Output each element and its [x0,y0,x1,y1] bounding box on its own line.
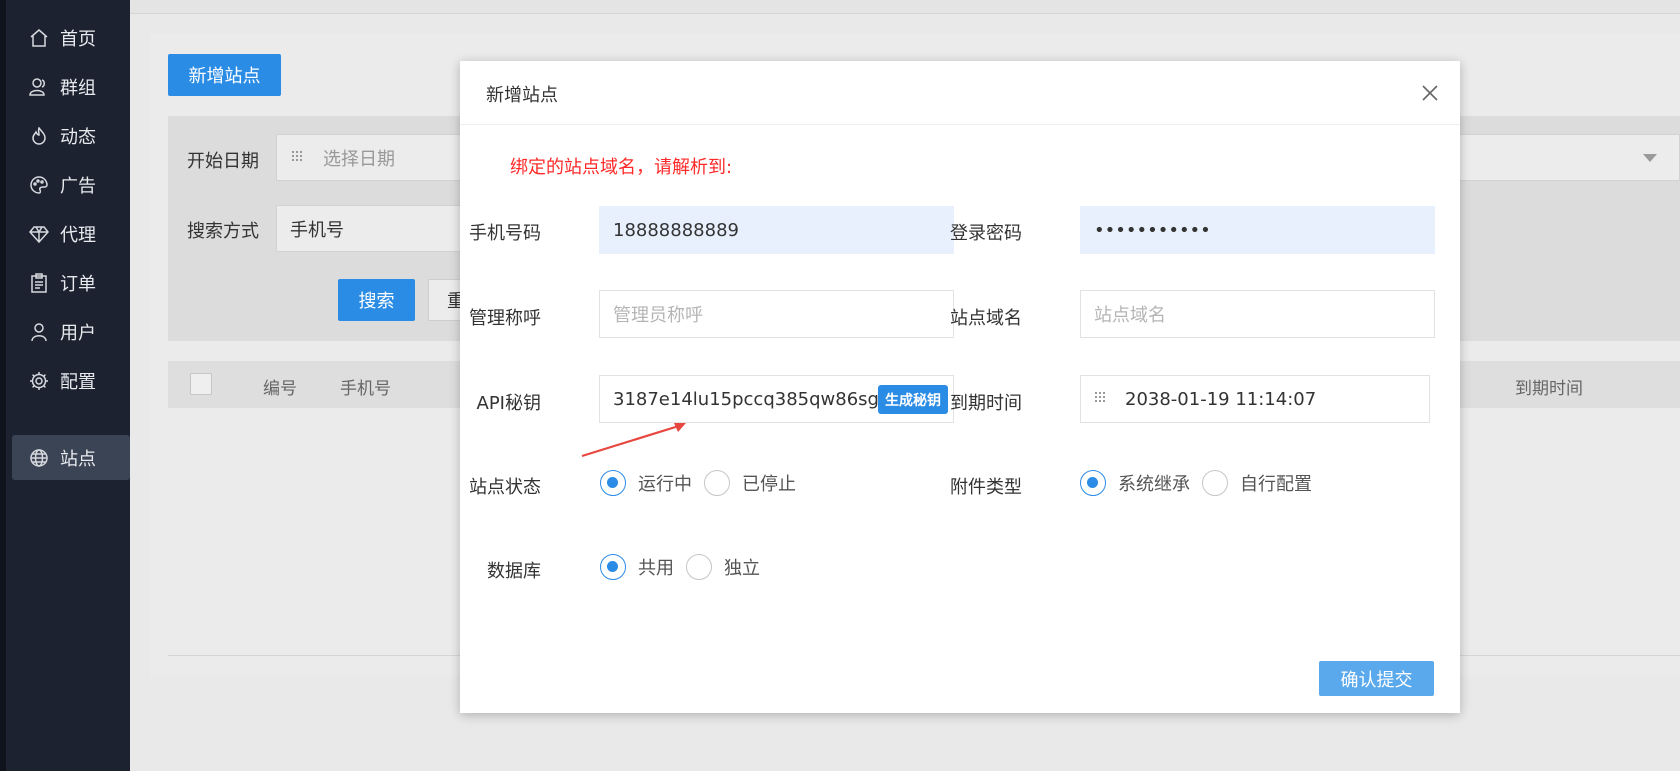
clipboard-icon [28,272,50,294]
fire-icon [28,125,50,147]
sidebar-item-sites[interactable]: 站点 [12,435,130,480]
add-site-button[interactable]: 新增站点 [168,54,281,96]
status-stopped-radio[interactable]: 已停止 [704,470,796,496]
status-label: 站点状态 [469,477,541,498]
start-date-label: 开始日期 [187,151,259,172]
radio-circle [1080,470,1106,496]
password-value: ••••••••••• [1094,219,1211,241]
diamond-icon [28,223,50,245]
db-standalone-radio[interactable]: 独立 [686,554,760,580]
top-bar [130,0,1680,14]
radio-circle [600,554,626,580]
filter-select[interactable] [1460,134,1680,181]
user-icon [28,321,50,343]
sidebar-item-settings[interactable]: 配置 [12,358,130,403]
sidebar-item-label: 站点 [60,448,96,470]
status-running-radio[interactable]: 运行中 [600,470,692,496]
sidebar-item-label: 配置 [60,371,96,393]
sidebar-item-label: 首页 [60,28,96,50]
column-phone: 手机号 [340,379,391,399]
calendar-icon [292,150,302,161]
radio-label: 自行配置 [1240,474,1312,495]
start-date-input[interactable]: 选择日期 [276,134,476,181]
sidebar-item-orders[interactable]: 订单 [12,260,130,305]
password-input[interactable]: ••••••••••• [1080,206,1435,254]
admin-name-placeholder: 管理员称呼 [613,305,703,326]
annotation-arrow [581,423,686,458]
password-label: 登录密码 [950,223,1022,244]
sidebar-item-group[interactable]: 群组 [12,64,130,109]
column-expire: 到期时间 [1515,379,1583,399]
api-key-input[interactable]: 3187e14lu15pccq385qw86sgwm84 生成秘钥 [599,375,954,423]
search-mode-value: 手机号 [290,219,344,241]
radio-label: 运行中 [638,474,692,495]
sidebar-item-feed[interactable]: 动态 [12,113,130,158]
radio-circle [704,470,730,496]
database-label: 数据库 [487,561,541,582]
calendar-icon [1095,392,1105,402]
sidebar-item-label: 群组 [60,77,96,99]
domain-notice: 绑定的站点域名，请解析到: [510,157,733,178]
radio-circle [1202,470,1228,496]
expire-value: 2038-01-19 11:14:07 [1125,388,1317,410]
domain-input[interactable]: 站点域名 [1080,290,1435,338]
column-id: 编号 [263,379,297,399]
group-icon [28,76,50,98]
modal-title: 新增站点 [486,85,558,106]
sidebar-item-label: 代理 [60,224,96,246]
phone-label: 手机号码 [469,223,541,244]
add-site-modal: 新增站点 绑定的站点域名，请解析到: 手机号码 18888888889 登录密码… [460,61,1460,713]
radio-label: 独立 [724,558,760,579]
sidebar-item-home[interactable]: 首页 [12,15,130,60]
admin-name-input[interactable]: 管理员称呼 [599,290,954,338]
sidebar: 首页 群组 动态 广告 代理 订单 用户 配置 站点 [0,0,130,771]
sidebar-item-agent[interactable]: 代理 [12,211,130,256]
radio-label: 系统继承 [1118,474,1190,495]
chevron-down-icon [1643,154,1657,162]
radio-circle [600,470,626,496]
radio-circle [686,554,712,580]
phone-input[interactable]: 18888888889 [599,206,954,254]
select-all-checkbox[interactable] [190,373,212,395]
sidebar-item-users[interactable]: 用户 [12,309,130,354]
attach-custom-radio[interactable]: 自行配置 [1202,470,1312,496]
close-icon[interactable] [1420,83,1440,103]
gear-icon [28,370,50,392]
domain-label: 站点域名 [950,308,1022,329]
sidebar-item-label: 广告 [60,175,96,197]
start-date-placeholder: 选择日期 [323,148,395,170]
sidebar-item-label: 用户 [60,322,96,344]
attach-inherit-radio[interactable]: 系统继承 [1080,470,1190,496]
globe-icon [28,447,50,469]
radio-label: 共用 [638,558,674,579]
phone-value: 18888888889 [613,219,739,241]
palette-icon [28,174,50,196]
db-shared-radio[interactable]: 共用 [600,554,674,580]
sidebar-item-label: 订单 [60,273,96,295]
domain-placeholder: 站点域名 [1094,305,1166,326]
api-key-label: API秘钥 [476,393,541,414]
radio-label: 已停止 [742,474,796,495]
home-icon [28,27,50,49]
admin-name-label: 管理称呼 [469,308,541,329]
expire-input[interactable]: 2038-01-19 11:14:07 [1080,375,1430,423]
sidebar-item-label: 动态 [60,126,96,148]
sidebar-item-ads[interactable]: 广告 [12,162,130,207]
submit-button[interactable]: 确认提交 [1319,661,1434,696]
expire-label: 到期时间 [950,393,1022,414]
search-button[interactable]: 搜索 [338,279,415,321]
search-mode-label: 搜索方式 [187,221,259,242]
modal-header: 新增站点 [460,61,1460,125]
attachment-label: 附件类型 [950,477,1022,498]
